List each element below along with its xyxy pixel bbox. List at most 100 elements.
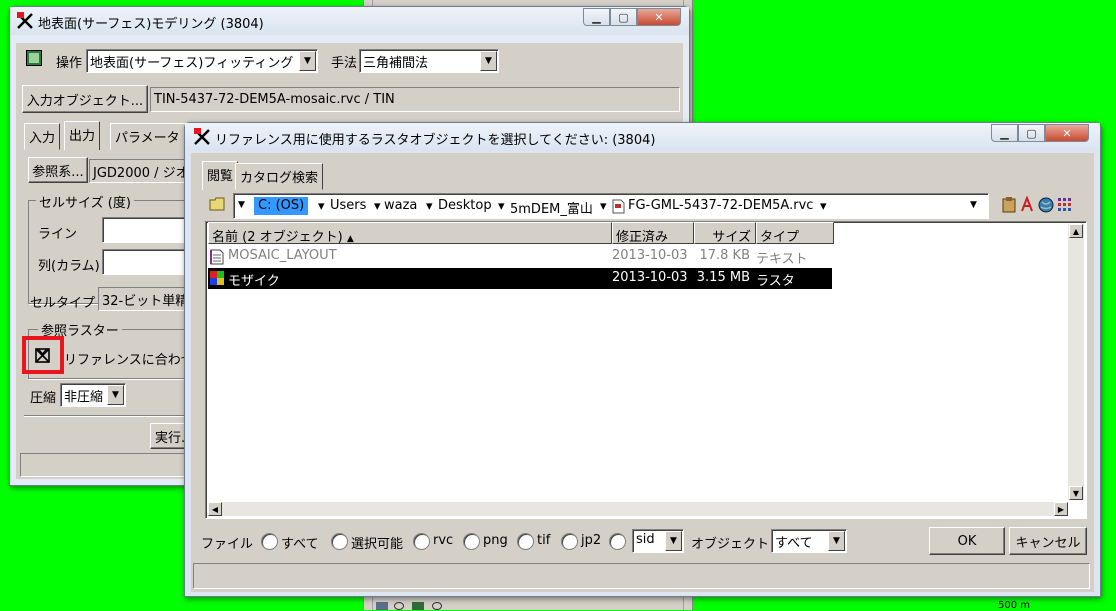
raster-mosaic-icon — [210, 271, 224, 285]
filter-radio-sid[interactable] — [609, 533, 626, 550]
breadcrumb-users[interactable]: Users — [330, 198, 366, 213]
chevron-down-icon[interactable]: ▼ — [238, 200, 245, 210]
title-bar: 地表面(サーフェス)モデリング (3804) ▁ ▢ ✕ — [10, 7, 689, 35]
ok-button[interactable]: OK — [929, 527, 1005, 555]
filter-radio-tif[interactable] — [517, 533, 534, 550]
column-header-size[interactable]: サイズ — [694, 222, 756, 244]
chevron-down-icon[interactable]: ▾ — [426, 199, 433, 214]
chevron-down-icon[interactable]: ▾ — [374, 199, 381, 214]
tab-input[interactable]: 入力 — [24, 123, 61, 150]
row-size: 3.15 MB — [696, 270, 750, 285]
object-filter-select[interactable]: すべて ▼ — [771, 529, 847, 553]
close-button[interactable]: ✕ — [637, 8, 681, 26]
filter-radio-png[interactable] — [463, 533, 480, 550]
toolbar-icon[interactable] — [432, 602, 442, 610]
column-label: 列(カラム) — [38, 259, 100, 274]
chevron-down-icon[interactable]: ▼ — [970, 200, 977, 210]
filter-label-tif: tif — [537, 533, 551, 548]
chevron-down-icon[interactable]: ▾ — [498, 199, 505, 214]
checkbox-checked-icon[interactable] — [35, 348, 50, 363]
vertical-scrollbar[interactable]: ▲ ▼ — [1068, 224, 1084, 500]
title-bar: リファレンス用に使用するラスタオブジェクトを選択してください: (3804) ▁… — [185, 123, 1100, 151]
row-type: ラスタ — [756, 274, 795, 289]
scroll-left-icon[interactable]: ◀ — [208, 502, 222, 516]
tntmips-app-icon — [194, 128, 210, 145]
folder-up-icon[interactable] — [209, 197, 225, 211]
list-item-selected[interactable]: モザイク 2013-10-03 3.15 MB ラスタ — [208, 268, 832, 289]
column-header-name[interactable]: 名前 (2 オブジェクト) ▲ — [208, 222, 612, 244]
breadcrumb-rvc-file[interactable]: FG-GML-5437-72-DEM5A.rvc — [628, 198, 813, 213]
rvc-file-icon — [612, 199, 625, 214]
chevron-down-icon: ▼ — [299, 51, 316, 71]
chevron-down-icon[interactable]: ▾ — [820, 199, 827, 214]
sort-ascending-icon: ▲ — [346, 234, 354, 244]
chevron-down-icon: ▼ — [107, 385, 124, 405]
column-header-type[interactable]: タイプ — [756, 222, 834, 244]
status-bar — [193, 563, 1090, 589]
filter-label-all: すべて — [281, 537, 319, 552]
tab-output[interactable]: 出力 — [64, 121, 101, 150]
tab-catalog-search[interactable]: カタログ検索 — [235, 163, 324, 190]
scroll-down-icon[interactable]: ▼ — [1069, 486, 1083, 500]
filter-radio-all[interactable] — [261, 533, 278, 550]
filter-label-jp2: jp2 — [581, 533, 602, 548]
match-reference-label: リファレンスに合わせ — [64, 353, 194, 368]
filter-radio-jp2[interactable] — [561, 533, 578, 550]
cancel-button[interactable]: キャンセル — [1009, 527, 1087, 555]
window-client: 閲覧 カタログ検索 ▼ C: (OS) ▾ Users ▾ waza ▾ Des… — [191, 153, 1094, 592]
tntmips-app-icon — [17, 12, 33, 29]
compression-select[interactable]: 非圧縮 ▼ — [60, 383, 126, 407]
maximize-button[interactable]: ▢ — [610, 8, 637, 26]
toolbar-icon[interactable] — [412, 602, 424, 610]
minimize-button[interactable]: ▁ — [583, 8, 610, 26]
reference-system-field: JGD2000 / ジオ — [89, 159, 199, 183]
input-object-button[interactable]: 入力オブジェクト... — [22, 85, 148, 113]
separator — [24, 415, 204, 417]
filter-label-selectable: 選択可能 — [351, 537, 404, 552]
method-select[interactable]: 三角補間法 ▼ — [359, 49, 499, 73]
chevron-down-icon[interactable]: ▾ — [318, 199, 325, 214]
tab-browse[interactable]: 閲覧 — [202, 161, 239, 190]
input-object-field: TIN-5437-72-DEM5A-mosaic.rvc / TIN — [150, 87, 680, 112]
close-button[interactable]: ✕ — [1045, 124, 1089, 142]
filter-radio-selectable[interactable] — [331, 533, 348, 550]
scroll-right-icon[interactable]: ▶ — [1054, 502, 1068, 516]
pdf-icon[interactable] — [1019, 196, 1035, 213]
breadcrumb-desktop[interactable]: Desktop — [438, 198, 492, 213]
catalog-icon[interactable] — [1001, 197, 1017, 213]
breadcrumb-waza[interactable]: waza — [384, 198, 417, 213]
operation-select[interactable]: 地表面(サーフェス)フィッティング ▼ — [86, 49, 318, 73]
grid-view-icon[interactable] — [1057, 197, 1073, 213]
globe-icon[interactable] — [1038, 197, 1054, 213]
window-title: リファレンス用に使用するラスタオブジェクトを選択してください: (3804) — [215, 133, 656, 148]
path-bar[interactable]: ▼ C: (OS) ▾ Users ▾ waza ▾ Desktop ▾ 5mD… — [233, 193, 989, 219]
list-item[interactable]: MOSAIC_LAYOUT 2013-10-03 17.8 KB テキスト — [208, 246, 834, 267]
raster-select-dialog: リファレンス用に使用するラスタオブジェクトを選択してください: (3804) ▁… — [184, 122, 1101, 597]
filter-radio-rvc[interactable] — [413, 533, 430, 550]
file-list[interactable]: 名前 (2 オブジェクト) ▲ 修正済み サイズ タイプ MOSAIC_LAYO… — [205, 221, 1087, 519]
chevron-down-icon[interactable]: ▾ — [600, 199, 607, 214]
row-modified: 2013-10-03 — [612, 248, 688, 263]
breadcrumb-drive[interactable]: C: (OS) — [254, 197, 309, 215]
toolbar-icon[interactable] — [376, 602, 388, 610]
toolbar-icon[interactable] — [394, 602, 404, 610]
chevron-down-icon: ▼ — [480, 51, 497, 71]
file-filter-label: ファイル — [201, 537, 254, 552]
cell-type-label: セルタイプ — [30, 296, 96, 311]
column-header-name-label: 名前 (2 オブジェクト) — [212, 230, 343, 244]
row-size: 17.8 KB — [699, 248, 750, 263]
minimize-button[interactable]: ▁ — [991, 124, 1018, 142]
reference-system-button[interactable]: 参照系... — [28, 157, 88, 183]
sid-select[interactable]: sid ▼ — [632, 529, 684, 553]
column-header-modified[interactable]: 修正済み — [612, 222, 694, 244]
filter-label-png: png — [483, 533, 508, 548]
compression-select-value: 非圧縮 — [64, 390, 104, 405]
row-modified: 2013-10-03 — [612, 270, 688, 285]
operation-label: 操作 — [56, 56, 83, 71]
scroll-up-icon[interactable]: ▲ — [1069, 224, 1083, 238]
horizontal-scrollbar[interactable]: ◀ ▶ — [208, 502, 1068, 516]
filter-label-rvc: rvc — [433, 533, 454, 548]
maximize-button[interactable]: ▢ — [1018, 124, 1045, 142]
map-icon[interactable] — [26, 50, 42, 66]
breadcrumb-folder[interactable]: 5mDEM_富山 — [510, 198, 593, 217]
